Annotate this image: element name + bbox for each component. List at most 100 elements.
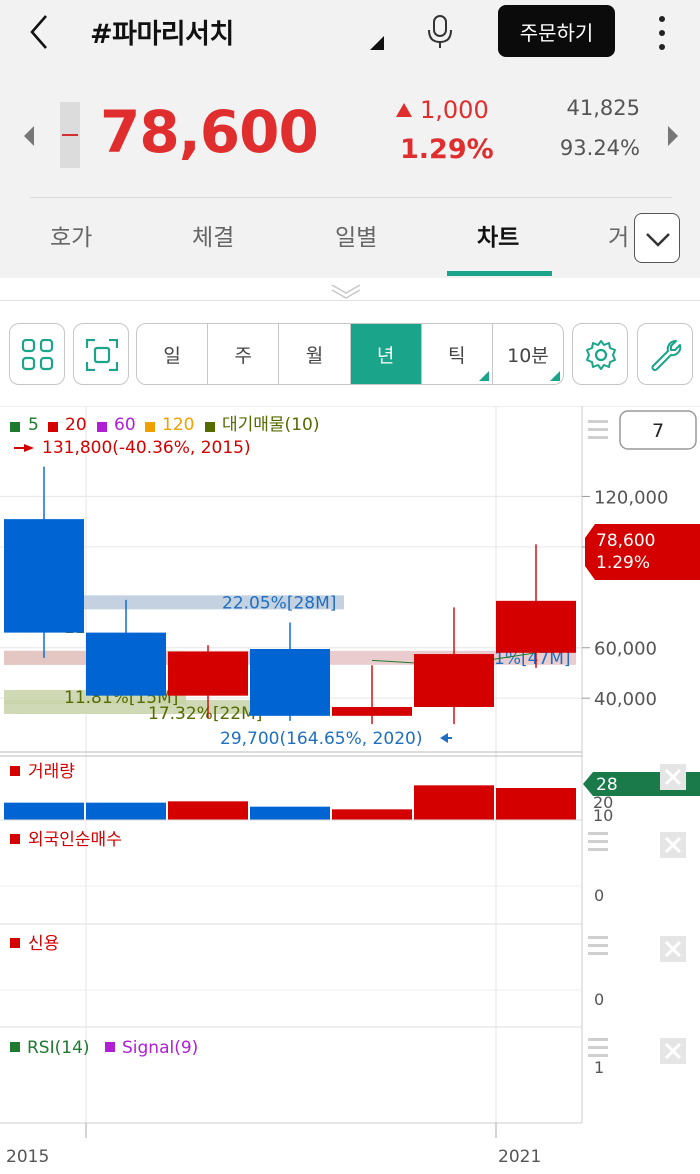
ma120-label: 120 xyxy=(162,415,194,435)
close-icon[interactable] xyxy=(660,764,686,790)
y-tick-label: 120,000 xyxy=(594,487,668,508)
close-icon[interactable] xyxy=(660,936,686,962)
trade-volume: 41,825 xyxy=(566,96,640,120)
ma5-swatch xyxy=(10,422,20,432)
close-icon[interactable] xyxy=(660,832,686,858)
volume-bar xyxy=(4,802,84,820)
tab-order-book[interactable]: 호가 xyxy=(50,218,92,252)
microphone-icon[interactable] xyxy=(424,14,456,50)
x-tick-2021: 2021 xyxy=(498,1147,541,1167)
prev-stock-arrow-icon[interactable] xyxy=(22,124,36,148)
price-change: 1,000 xyxy=(420,96,489,124)
trade-volume-rate: 93.24% xyxy=(559,136,640,160)
current-price: 78,600 xyxy=(100,98,319,166)
period-year[interactable]: 년 xyxy=(350,324,422,384)
tab-trades[interactable]: 체결 xyxy=(192,218,234,252)
y-tick-label: 40,000 xyxy=(594,689,657,710)
signal-swatch xyxy=(105,1042,115,1052)
submenu-corner-icon xyxy=(550,371,561,381)
candle-body xyxy=(4,519,84,633)
stock-title[interactable]: #파마리서치 xyxy=(90,12,234,51)
rsi-swatch xyxy=(10,1042,20,1052)
low-price-note: 29,700(164.65%, 2020) xyxy=(220,729,422,749)
high-price-note: 131,800(-40.36%, 2015) xyxy=(42,438,251,458)
ma5-label: 5 xyxy=(28,415,39,435)
volume-bar xyxy=(332,809,412,820)
tab-chart[interactable]: 차트 xyxy=(477,218,519,252)
supply-band-label: 17.32%[22M] xyxy=(148,704,262,724)
ma20-swatch xyxy=(48,422,58,432)
volume-bar xyxy=(250,806,330,820)
period-10min-label: 10분 xyxy=(507,344,549,367)
title-dropdown-icon[interactable] xyxy=(370,36,384,50)
candle-body xyxy=(250,649,330,716)
supply-label: 대기매물(10) xyxy=(222,415,319,435)
chart-grid xyxy=(0,406,700,1123)
current-price-tag-rate: 1.29% xyxy=(596,553,650,573)
fullscreen-button[interactable] xyxy=(73,323,129,385)
candle-body xyxy=(496,600,576,653)
candle-body xyxy=(332,707,412,716)
candle-body xyxy=(86,632,166,696)
volume-tick-10: 10 xyxy=(593,806,613,825)
tab-expand-button[interactable] xyxy=(634,213,680,263)
close-icon[interactable] xyxy=(660,1038,686,1064)
layout-grid-button[interactable] xyxy=(9,323,65,385)
back-arrow-icon[interactable] xyxy=(22,12,58,52)
submenu-corner-icon xyxy=(478,371,489,381)
period-month[interactable]: 월 xyxy=(279,324,351,384)
next-stock-arrow-icon[interactable] xyxy=(666,124,680,148)
volume-bar xyxy=(168,801,248,820)
foreign-swatch xyxy=(10,834,20,844)
mini-candle-icon xyxy=(60,102,80,168)
header-divider xyxy=(30,197,672,198)
collapse-handle-icon[interactable] xyxy=(330,283,362,299)
period-10min[interactable]: 10분 xyxy=(493,324,563,384)
sheet-divider xyxy=(0,300,700,301)
supply-swatch xyxy=(205,422,215,432)
gear-icon xyxy=(586,340,616,370)
active-tab-indicator xyxy=(447,271,552,276)
chart-settings-button[interactable] xyxy=(572,323,628,385)
chevron-down-icon xyxy=(646,233,670,247)
volume-bar xyxy=(86,802,166,820)
foreign-title: 외국인순매수 xyxy=(28,830,122,850)
candle-body xyxy=(414,654,494,707)
volume-bar xyxy=(496,788,576,820)
foreign-tick: 0 xyxy=(594,886,604,905)
rsi-tick: 1 xyxy=(594,1058,604,1077)
period-tick-label: 틱 xyxy=(448,344,466,367)
period-week[interactable]: 주 xyxy=(208,324,280,384)
period-day[interactable]: 일 xyxy=(137,324,209,384)
period-tick[interactable]: 틱 xyxy=(422,324,493,384)
credit-title: 신용 xyxy=(28,934,59,954)
supply-band-label: 22.05%[28M] xyxy=(222,593,336,613)
volume-value: 28 xyxy=(596,775,618,795)
price-axis: 40,00060,000100,000120,000 xyxy=(582,487,668,710)
tab-overflow-label[interactable]: 거 xyxy=(608,218,629,252)
tab-daily[interactable]: 일별 xyxy=(335,218,377,252)
volume-bar xyxy=(414,785,494,820)
panel-menu-icon[interactable] xyxy=(588,832,608,851)
more-options-icon[interactable] xyxy=(652,14,672,54)
panel-menu-icon[interactable] xyxy=(588,420,608,439)
price-change-rate: 1.29% xyxy=(400,134,494,165)
candle-body xyxy=(168,651,248,696)
panel-menu-icon[interactable] xyxy=(588,936,608,955)
credit-swatch xyxy=(10,938,20,948)
order-button[interactable]: 주문하기 xyxy=(498,5,615,57)
y-tick-label: 60,000 xyxy=(594,639,657,660)
bar-count-value: 7 xyxy=(652,420,664,442)
ma120-swatch xyxy=(145,422,155,432)
wrench-icon xyxy=(651,340,682,371)
candlestick-chart[interactable]: 22.05%[28M]111%[47M]11.81%[15M]17.32%[22… xyxy=(0,406,700,1174)
ma20-label: 20 xyxy=(65,415,87,435)
ma60-swatch xyxy=(97,422,107,432)
current-price-tag-value: 78,600 xyxy=(596,531,655,551)
ma60-label: 60 xyxy=(114,415,136,435)
grid-icon xyxy=(22,339,54,371)
chart-tools-button[interactable] xyxy=(637,323,693,385)
period-selector: 일 주 월 년 틱 10분 xyxy=(136,323,564,385)
volume-title: 거래량 xyxy=(28,762,75,782)
panel-menu-icon[interactable] xyxy=(588,1038,608,1057)
